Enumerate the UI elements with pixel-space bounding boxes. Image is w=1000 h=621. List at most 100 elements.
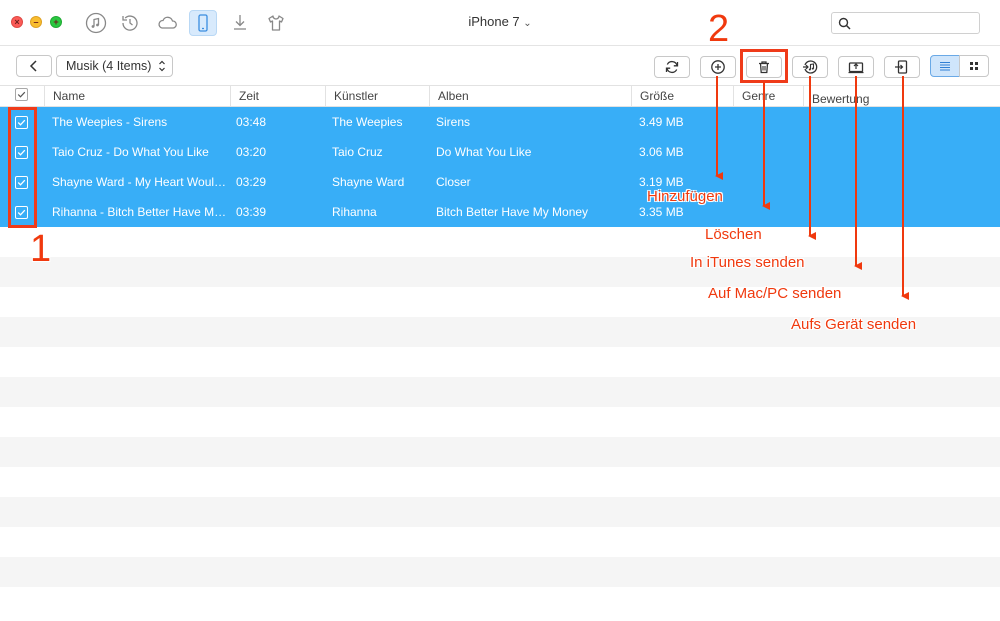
backup-history-tab[interactable] xyxy=(116,10,144,36)
toolbar: Musik (4 Items) xyxy=(0,47,1000,85)
row-checkbox[interactable] xyxy=(15,146,28,159)
itunes-icon xyxy=(803,60,818,74)
toolkit-tab[interactable] xyxy=(262,10,290,36)
tshirt-icon xyxy=(268,15,284,31)
trash-icon xyxy=(759,61,769,74)
row-checkbox[interactable] xyxy=(15,206,28,219)
song-size: 3.49 MB xyxy=(639,115,684,129)
empty-row xyxy=(0,497,1000,527)
checkmark-icon xyxy=(17,209,26,216)
download-icon xyxy=(234,15,246,30)
send-to-mac-pc-button[interactable] xyxy=(838,56,874,78)
table-header: Name Zeit Künstler Alben Größe Genre Bew… xyxy=(0,85,1000,107)
column-artist[interactable]: Künstler xyxy=(325,86,429,106)
empty-row xyxy=(0,587,1000,611)
checkmark-icon xyxy=(17,91,26,98)
table-row[interactable]: Shayne Ward - My Heart Woul… 03:29 Shayn… xyxy=(0,167,1000,197)
song-time: 03:48 xyxy=(236,115,267,129)
song-time: 03:20 xyxy=(236,145,267,159)
grid-view-button[interactable] xyxy=(959,55,989,77)
chevron-left-icon xyxy=(29,60,37,72)
empty-row xyxy=(0,527,1000,557)
chevron-down-icon: ⌄ xyxy=(523,18,532,29)
empty-row xyxy=(0,557,1000,587)
search-icon xyxy=(838,17,851,30)
list-view-button[interactable] xyxy=(930,55,960,77)
song-artist: Shayne Ward xyxy=(332,175,405,189)
minimize-icon: – xyxy=(33,17,39,27)
list-view-icon xyxy=(940,61,950,71)
song-name: Rihanna - Bitch Better Have M… xyxy=(52,205,227,219)
send-to-device-button[interactable] xyxy=(884,56,920,78)
updown-chevron-icon xyxy=(159,60,165,72)
empty-row xyxy=(0,377,1000,407)
empty-row xyxy=(0,407,1000,437)
device-name: iPhone 7 xyxy=(468,14,520,29)
category-dropdown[interactable]: Musik (4 Items) xyxy=(56,55,173,77)
song-artist: The Weepies xyxy=(332,115,403,129)
table-row[interactable]: Taio Cruz - Do What You Like 03:20 Taio … xyxy=(0,137,1000,167)
category-label: Musik (4 Items) xyxy=(66,59,152,73)
minimize-window-button[interactable]: – xyxy=(30,16,42,28)
device-selector[interactable]: iPhone 7 ⌄ xyxy=(440,14,560,29)
checkmark-icon xyxy=(17,149,26,156)
close-window-button[interactable]: × xyxy=(11,16,23,28)
song-size: 3.35 MB xyxy=(639,205,684,219)
empty-row xyxy=(0,437,1000,467)
plus-circle-icon xyxy=(711,60,725,74)
song-album: Do What You Like xyxy=(436,145,532,159)
delete-button[interactable] xyxy=(746,56,782,78)
row-checkbox[interactable] xyxy=(15,176,28,189)
device-import-icon xyxy=(895,60,908,74)
empty-row xyxy=(0,317,1000,347)
song-time: 03:39 xyxy=(236,205,267,219)
song-name: Taio Cruz - Do What You Like xyxy=(52,145,209,159)
row-checkbox[interactable] xyxy=(15,116,28,129)
add-button[interactable] xyxy=(700,56,736,78)
empty-row xyxy=(0,287,1000,317)
song-album: Sirens xyxy=(436,115,471,129)
computer-export-icon xyxy=(848,62,864,74)
song-album: Closer xyxy=(436,175,471,189)
column-size[interactable]: Größe xyxy=(631,86,733,106)
song-name: The Weepies - Sirens xyxy=(52,115,168,129)
song-album: Bitch Better Have My Money xyxy=(436,205,589,219)
device-tab[interactable] xyxy=(189,10,217,36)
grid-view-icon xyxy=(970,62,978,70)
column-name[interactable]: Name xyxy=(44,86,230,106)
empty-row xyxy=(0,227,1000,257)
table-row[interactable]: The Weepies - Sirens 03:48 The Weepies S… xyxy=(0,107,1000,137)
empty-row xyxy=(0,257,1000,287)
title-bar: × – + iPhone 7 ⌄ xyxy=(0,0,1000,46)
refresh-button[interactable] xyxy=(654,56,690,78)
history-icon xyxy=(122,15,138,31)
table-row[interactable]: Rihanna - Bitch Better Have M… 03:39 Rih… xyxy=(0,197,1000,227)
send-to-itunes-button[interactable] xyxy=(792,56,828,78)
music-tab[interactable] xyxy=(82,10,110,36)
column-genre[interactable]: Genre xyxy=(733,86,803,106)
column-album[interactable]: Alben xyxy=(429,86,631,106)
checkmark-icon xyxy=(17,119,26,126)
song-artist: Rihanna xyxy=(332,205,377,219)
search-input[interactable] xyxy=(831,12,980,34)
phone-icon xyxy=(198,14,208,32)
song-time: 03:29 xyxy=(236,175,267,189)
select-all-checkbox[interactable] xyxy=(15,88,28,101)
song-name: Shayne Ward - My Heart Woul… xyxy=(52,175,227,189)
refresh-icon xyxy=(665,60,679,74)
cloud-icon xyxy=(158,16,177,29)
song-artist: Taio Cruz xyxy=(332,145,383,159)
song-size: 3.19 MB xyxy=(639,175,684,189)
icloud-tab[interactable] xyxy=(153,10,181,36)
song-size: 3.06 MB xyxy=(639,145,684,159)
close-icon: × xyxy=(14,17,20,27)
download-tab[interactable] xyxy=(226,10,254,36)
column-time[interactable]: Zeit xyxy=(230,86,325,106)
music-note-icon xyxy=(85,12,107,34)
back-button[interactable] xyxy=(16,55,52,77)
maximize-icon: + xyxy=(53,17,59,27)
song-list: The Weepies - Sirens 03:48 The Weepies S… xyxy=(0,107,1000,611)
empty-row xyxy=(0,347,1000,377)
column-rating[interactable]: Bewertung xyxy=(803,86,1000,106)
maximize-window-button[interactable]: + xyxy=(50,16,62,28)
